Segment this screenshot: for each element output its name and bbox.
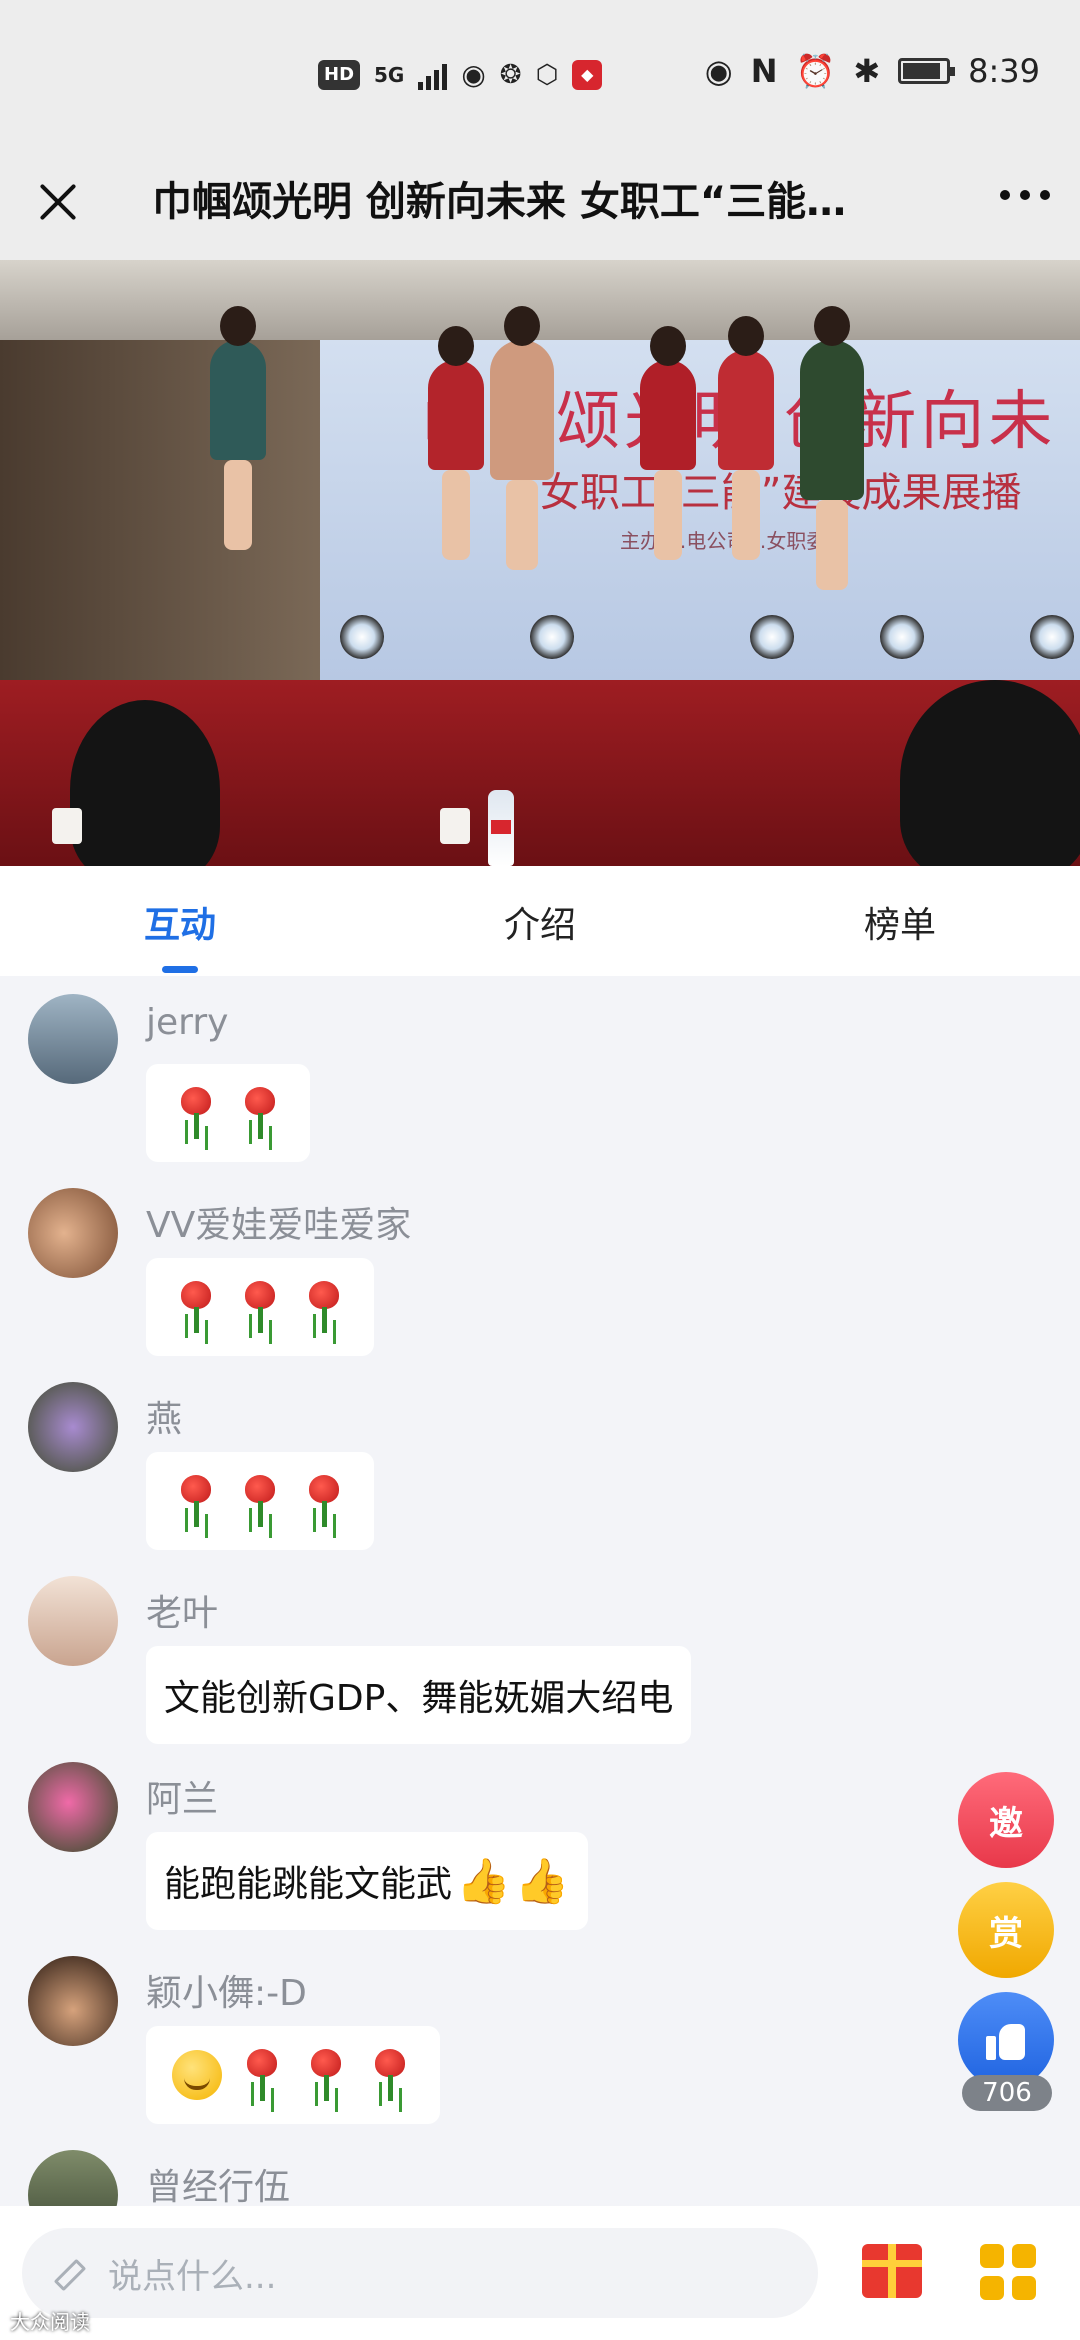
- more-options-icon[interactable]: [1000, 190, 1050, 200]
- comment-author: 阿兰: [146, 1779, 219, 1820]
- comment-author: 老叶: [146, 1593, 219, 1634]
- rose-icon: [301, 1279, 347, 1335]
- comment-bubble: 文能创新GDP、舞能妩媚大绍电: [146, 1646, 692, 1744]
- avatar[interactable]: [28, 1188, 118, 1278]
- comment-author: 曾经行伍: [146, 2167, 291, 2206]
- status-right: ◉ N ⏰ ✱ 8:39: [705, 52, 1040, 90]
- thumbs-up-icon: [986, 2020, 1026, 2060]
- comment-input-bar: 说点什么...: [0, 2206, 1080, 2340]
- gift-icon[interactable]: [862, 2244, 922, 2298]
- tab-bar: 互动 介绍 榜单: [0, 866, 1080, 976]
- page-title: 巾帼颂光明 创新向未来 女职工“三能…: [152, 179, 847, 225]
- status-left: HD 5G ◉ ❂ ⬡ ◆: [318, 58, 603, 91]
- avatar[interactable]: [28, 1576, 118, 1666]
- avatar[interactable]: [28, 2150, 118, 2206]
- comment-input-placeholder: 说点什么...: [108, 2256, 277, 2297]
- title-bar: 巾帼颂光明 创新向未来 女职工“三能…: [0, 150, 1080, 261]
- live-video-player[interactable]: 巾帼颂光明 创新向未 女职工“三能”建设成果展播 主办 …电公司…女职委: [0, 260, 1080, 866]
- avatar[interactable]: [28, 1762, 118, 1852]
- dancer: [640, 326, 696, 560]
- stage-light: [340, 615, 384, 659]
- dancer: [210, 306, 266, 550]
- wechat-icon: ❂: [499, 59, 522, 90]
- tab-introduction[interactable]: 介绍: [440, 896, 640, 948]
- comment-author: VV爱娃爱哇爱家: [146, 1205, 412, 1246]
- dancer: [800, 306, 864, 590]
- comment-bubble: [146, 1452, 374, 1550]
- stage-light: [530, 615, 574, 659]
- alarm-icon: ⏰: [795, 52, 836, 90]
- close-icon[interactable]: [28, 172, 88, 232]
- avatar[interactable]: [28, 1956, 118, 2046]
- stage-light: [750, 615, 794, 659]
- reward-button[interactable]: 赏: [958, 1882, 1054, 1978]
- thumbs-up-icon: 👍: [456, 1856, 511, 1907]
- rose-icon: [237, 1473, 283, 1529]
- rose-icon: [239, 2047, 285, 2103]
- battery-icon: [898, 58, 956, 84]
- network-badge: 5G: [374, 62, 405, 87]
- more-apps-icon[interactable]: [980, 2244, 1036, 2300]
- hand-icon: ⬡: [535, 59, 559, 90]
- comment-author: jerry: [146, 1002, 229, 1043]
- stage-light: [880, 615, 924, 659]
- rose-icon: [303, 2047, 349, 2103]
- like-button[interactable]: [958, 1992, 1054, 2088]
- tab-interaction[interactable]: 互动: [80, 896, 280, 948]
- thumbs-up-icon: 👍: [514, 1856, 570, 1907]
- screen-banner-host: 主办 …电公司…女职委: [620, 529, 827, 553]
- status-time: 8:39: [968, 52, 1040, 90]
- tea-cup: [440, 808, 470, 844]
- comment-list[interactable]: jerry VV爱娃爱哇爱家 燕 老叶 文能创新GDP、舞能妩媚大绍电 阿兰 能…: [0, 976, 1080, 2206]
- comment-bubble: [146, 1258, 374, 1356]
- smirk-emoji-icon: [172, 2050, 222, 2100]
- hd-badge: HD: [318, 59, 361, 90]
- app-notification-icon: ◆: [572, 59, 603, 90]
- avatar[interactable]: [28, 1382, 118, 1472]
- comment-text: 能跑能跳能文能武: [164, 1864, 453, 1905]
- comment-bubble: 能跑能跳能文能武 👍 👍: [146, 1832, 588, 1930]
- comment-bubble: [146, 1064, 310, 1162]
- rose-icon: [173, 1279, 219, 1335]
- stage-light: [1030, 615, 1074, 659]
- hotspot-icon: ◉: [461, 58, 486, 91]
- watermark: 大众阅读: [10, 2310, 90, 2334]
- rose-icon: [237, 1279, 283, 1335]
- dancer: [718, 316, 774, 560]
- comment-input[interactable]: 说点什么...: [22, 2228, 818, 2318]
- invite-button[interactable]: 邀: [958, 1772, 1054, 1868]
- dancer: [428, 326, 484, 560]
- audience-head: [70, 700, 220, 866]
- eye-icon: ◉: [704, 52, 733, 90]
- tea-cup: [52, 808, 82, 844]
- comment-bubble: [146, 2026, 440, 2124]
- rose-icon: [173, 1473, 219, 1529]
- signal-icon: [418, 60, 448, 90]
- water-bottle: [488, 790, 514, 866]
- screen-banner-subtitle: 女职工“三能”建设成果展播: [540, 470, 1022, 516]
- rose-icon: [301, 1473, 347, 1529]
- comment-text: 文能创新GDP、舞能妩媚大绍电: [164, 1678, 674, 1719]
- pen-icon: [48, 2256, 82, 2290]
- comment-author: 燕: [146, 1399, 183, 1440]
- status-bar: HD 5G ◉ ❂ ⬡ ◆ ◉ N ⏰ ✱ 8:39: [0, 0, 1080, 150]
- nfc-icon: N: [750, 52, 778, 90]
- tab-ranking[interactable]: 榜单: [800, 896, 1000, 948]
- avatar[interactable]: [28, 994, 118, 1084]
- dancer: [490, 306, 554, 570]
- rose-icon: [173, 1085, 219, 1141]
- like-count: 706: [962, 2075, 1052, 2111]
- rose-icon: [237, 1085, 283, 1141]
- active-tab-indicator: [162, 966, 198, 973]
- bluetooth-icon: ✱: [853, 52, 881, 90]
- comment-author: 颖小儛:-D: [146, 1973, 307, 2014]
- rose-icon: [367, 2047, 413, 2103]
